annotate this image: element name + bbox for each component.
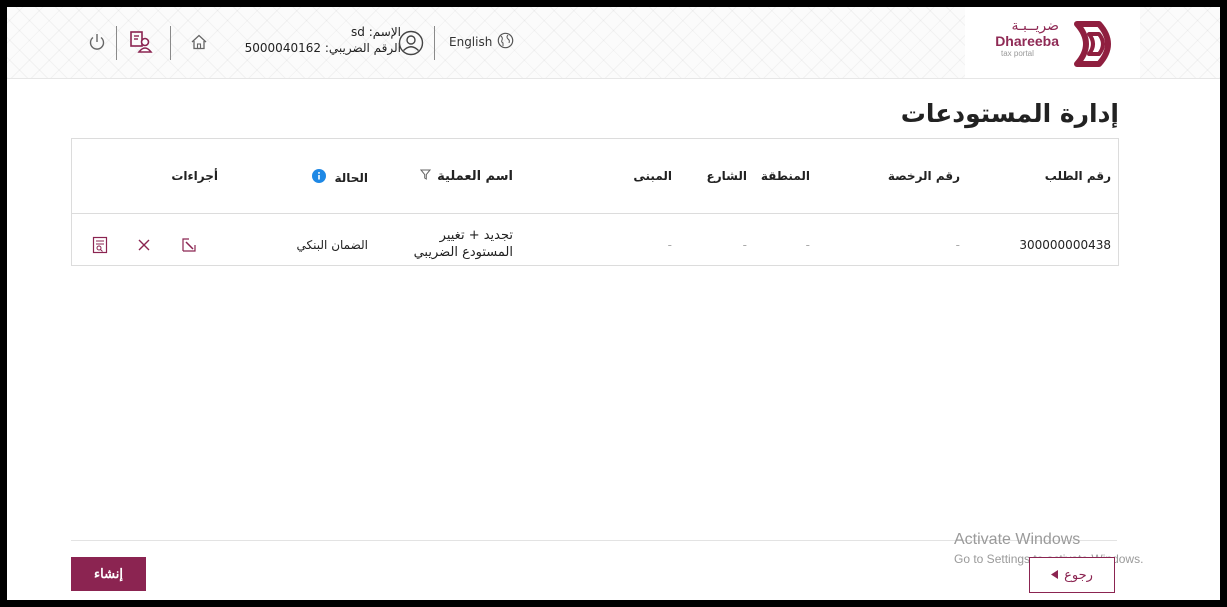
cell-license-number: - xyxy=(955,238,960,252)
column-status: الحالة xyxy=(312,169,368,186)
filter-icon[interactable] xyxy=(420,169,432,184)
language-label: English xyxy=(449,35,493,49)
cell-area: - xyxy=(805,238,810,252)
arrow-left-icon xyxy=(1051,568,1059,583)
language-switch[interactable]: English xyxy=(449,32,514,52)
cell-operation-name: تجديد + تغيير المستودع الضريبي xyxy=(414,227,513,261)
column-status-label: الحالة xyxy=(334,170,368,185)
user-name: الإسم: sd xyxy=(351,25,401,39)
operation-line-2: المستودع الضريبي xyxy=(413,245,513,260)
delete-icon[interactable] xyxy=(135,236,153,254)
home-icon[interactable] xyxy=(186,29,212,55)
back-label: رجوع xyxy=(1064,567,1093,583)
divider xyxy=(434,26,435,60)
operation-line-1: تجديد + تغيير xyxy=(439,228,513,243)
app-window: الإسم: sd الرقم الضريبي: 5000040162 Engl… xyxy=(7,7,1220,600)
tax-number: الرقم الضريبي: 5000040162 xyxy=(244,41,401,55)
user-info: الإسم: sd الرقم الضريبي: 5000040162 xyxy=(225,24,401,56)
column-operation-name-label: اسم العملية xyxy=(437,169,513,184)
column-operation-name[interactable]: اسم العملية xyxy=(420,169,513,184)
dhareeba-logo-mark-icon xyxy=(1071,21,1121,71)
divider xyxy=(170,26,171,60)
column-request-number: رقم الطلب xyxy=(1044,169,1111,183)
user-avatar-icon[interactable] xyxy=(397,29,425,57)
cell-request-number: 300000000438 xyxy=(1019,238,1111,252)
column-building: المبنى xyxy=(633,169,672,183)
logout-power-icon[interactable] xyxy=(84,29,110,55)
logo-english-text: Dhareeba xyxy=(995,33,1059,49)
top-header: الإسم: sd الرقم الضريبي: 5000040162 Engl… xyxy=(7,7,1220,79)
column-actions: أجراءات xyxy=(171,169,218,183)
column-license-number: رقم الرخصة xyxy=(887,169,960,183)
view-document-icon[interactable] xyxy=(91,236,109,254)
cell-building: - xyxy=(667,238,672,252)
watermark-title: Activate Windows xyxy=(954,531,1081,548)
page-title: إدارة المستودعات xyxy=(900,99,1119,128)
warehouses-table: رقم الطلب رقم الرخصة المنطقة الشارع المب… xyxy=(71,138,1119,266)
column-area: المنطقة xyxy=(760,169,810,183)
cell-status: الضمان البنكي xyxy=(296,238,368,252)
globe-icon xyxy=(497,32,514,52)
table-header: رقم الطلب رقم الرخصة المنطقة الشارع المب… xyxy=(72,139,1118,214)
cell-street: - xyxy=(742,238,747,252)
divider xyxy=(116,26,117,60)
logo-subtitle: tax portal xyxy=(1001,49,1034,58)
switch-profile-icon[interactable] xyxy=(128,29,154,55)
dhareeba-logo[interactable]: ضريــبـة Dhareeba tax portal xyxy=(965,7,1140,78)
back-button[interactable]: رجوع xyxy=(1029,557,1115,593)
info-icon[interactable] xyxy=(312,169,327,186)
edit-icon[interactable] xyxy=(180,236,198,254)
column-street: الشارع xyxy=(706,169,747,183)
create-button[interactable]: إنشاء xyxy=(71,557,146,591)
logo-arabic-text: ضريــبـة xyxy=(1011,18,1059,34)
